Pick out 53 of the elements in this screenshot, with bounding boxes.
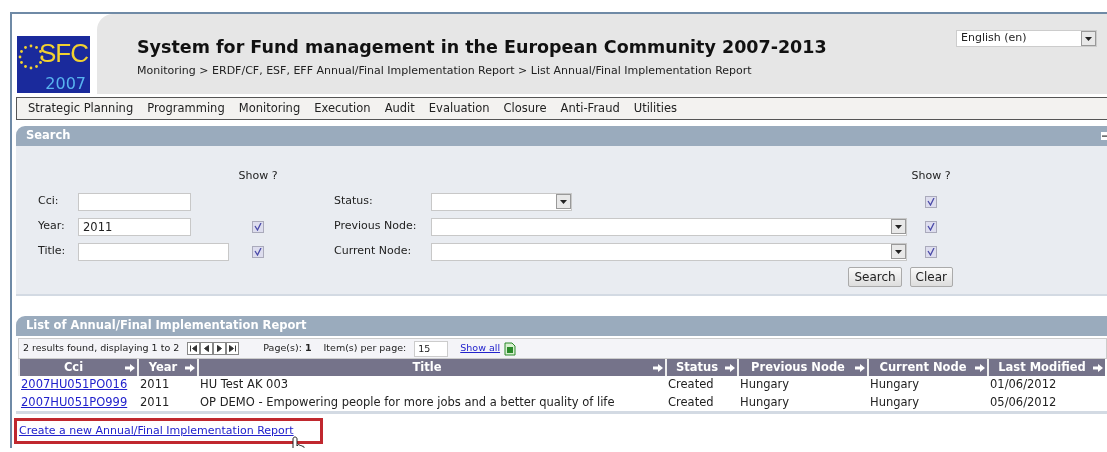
per-page-field[interactable]: 15 (414, 340, 449, 357)
column-header[interactable]: Last Modified (988, 359, 1105, 377)
menu-item[interactable]: Evaluation (428, 99, 490, 118)
clear-button[interactable]: Clear (909, 266, 953, 287)
panel-title: List of Annual/Final Implementation Report (26, 318, 307, 332)
column-header[interactable]: Previous Node (738, 359, 868, 377)
table-cell-text: Created (667, 393, 715, 411)
field-label: Year: (38, 218, 66, 235)
page-count: Page(s): 1 (263, 341, 312, 356)
breadcrumb: Monitoring > ERDF/CF, ESF, EFF Annual/Final Implementation Report > List Annual/Final Implementation Report (137, 63, 753, 80)
table-cell: 2011 (138, 376, 198, 394)
menu-item[interactable]: Anti-Fraud (560, 99, 620, 118)
show-all-link[interactable]: Show all (460, 341, 501, 356)
field-label: Current Node: (334, 243, 413, 260)
column-header[interactable]: Year (138, 359, 198, 377)
menu-item[interactable]: Execution (314, 99, 371, 118)
menu-item[interactable]: Monitoring (238, 99, 301, 118)
language-select[interactable]: English (en) (956, 30, 1097, 47)
menu-item[interactable]: Programming (147, 99, 225, 118)
results-summary: 2 results found, displaying 1 to 2 (23, 341, 180, 356)
cci-link[interactable]: 2007HU051PO999 (21, 394, 128, 409)
field-label: Status: (334, 193, 374, 210)
menu-item[interactable]: Utilities (633, 99, 678, 118)
table-cell: Created (666, 376, 738, 394)
field-label: Cci: (38, 193, 60, 210)
table-cell: Hungary (738, 376, 868, 394)
column-header[interactable]: Cci (19, 359, 138, 377)
column-header[interactable]: Status (666, 359, 738, 377)
menu-item[interactable]: Audit (384, 99, 415, 118)
menu-item[interactable]: Strategic Planning (28, 99, 134, 118)
table-cell: 01/06/2012 (988, 376, 1105, 394)
logo: SFC 2007 (17, 36, 90, 93)
column-header[interactable]: Current Node (868, 359, 988, 377)
menu-item[interactable]: Closure (503, 99, 547, 118)
column-label: Show ? (910, 168, 952, 185)
table-cell: HU Test AK 003 (198, 376, 666, 394)
cci-link[interactable]: 2007HU051PO016 (21, 377, 128, 392)
column-label: Show ? (237, 168, 279, 185)
column-header[interactable]: Title (198, 359, 666, 377)
panel-title: Search (26, 128, 71, 142)
table-cell-text: Hungary (739, 393, 791, 411)
table-cell-text: OP DEMO - Empowering people for more jobs and a better quality of life (199, 393, 616, 411)
field-label: Title: (38, 243, 67, 260)
page-title: System for Fund management in the European Community 2007-2013 (137, 36, 828, 59)
table-cell-text: Hungary (869, 393, 921, 411)
per-page-label: Item(s) per page: (323, 341, 407, 356)
search-button[interactable]: Search (848, 266, 902, 287)
table-cell-text: 05/06/2012 (989, 393, 1058, 411)
field-label: Previous Node: (334, 218, 418, 235)
create-link[interactable]: Create a new Annual/Final Implementation Report (19, 423, 294, 437)
input-field[interactable]: 2011 (78, 217, 191, 236)
table-cell: Hungary (868, 376, 988, 394)
table-cell-text: 2011 (139, 393, 171, 411)
